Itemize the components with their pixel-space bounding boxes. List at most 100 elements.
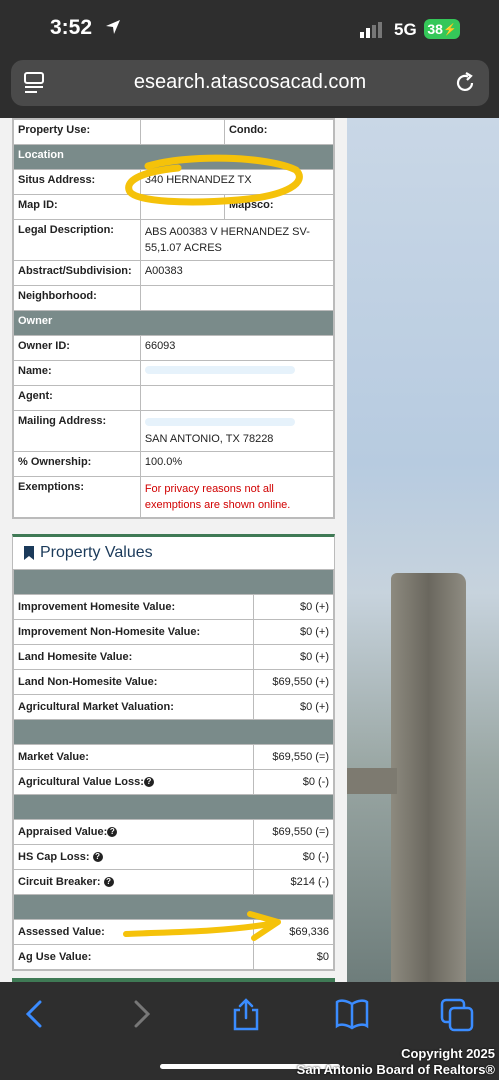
property-values-panel: Property Values Improvement Homesite Val… (12, 534, 335, 971)
bookmark-icon (24, 546, 34, 560)
forward-icon[interactable] (128, 998, 156, 1030)
value-label-text: Appraised Value: (18, 826, 108, 838)
value-label-text: Land Non-Homesite Value: (18, 676, 158, 688)
tabs-icon[interactable] (440, 998, 474, 1032)
copyright-watermark: Copyright 2025 San Antonio Board of Real… (297, 1046, 495, 1078)
table-row: HS Cap Loss: ? $0 (-) (13, 844, 334, 870)
redacted-text (144, 366, 295, 374)
status-bar: 3:52 5G 38 ⚡ (0, 0, 499, 58)
value-label-text: Agricultural Market Valuation: (18, 701, 174, 713)
table-row: Mailing Address: SAN ANTONIO, TX 78228 (13, 410, 335, 452)
table-row: Appraised Value:? $69,550 (=) (13, 819, 334, 845)
bookmarks-icon[interactable] (334, 998, 370, 1030)
row-label: Legal Description: (13, 219, 141, 261)
url-text[interactable]: esearch.atascosacad.com (11, 71, 489, 94)
mailing-city: SAN ANTONIO, TX 78228 (144, 433, 274, 445)
table-row: Legal Description: ABS A00383 V HERNANDE… (13, 219, 335, 261)
help-icon[interactable]: ? (103, 877, 114, 888)
back-icon[interactable] (20, 998, 48, 1030)
cellular-signal-icon (360, 22, 382, 38)
spacer-row (13, 894, 334, 920)
value-amount: $69,550 (+) (253, 669, 334, 695)
exemptions-notice: For privacy reasons not all exemptions a… (139, 476, 335, 518)
help-icon[interactable]: ? (143, 777, 154, 788)
property-values-header: Property Values (13, 537, 334, 569)
table-row: % Ownership: 100.0% (13, 451, 335, 477)
value-label: Improvement Homesite Value: (13, 594, 254, 620)
section-header: Location (13, 144, 334, 170)
fence-rail-image (347, 768, 397, 794)
value-amount: $0 (+) (253, 644, 334, 670)
row-label: Map ID: (13, 194, 141, 220)
spacer-row (13, 794, 334, 820)
row-value: A00383 (139, 260, 335, 286)
table-row: Owner ID: 66093 (13, 335, 335, 361)
value-label: Appraised Value:? (13, 819, 254, 845)
value-label: Agricultural Market Valuation: (13, 694, 254, 720)
value-label: Assessed Value: (13, 919, 254, 945)
help-icon[interactable]: ? (92, 852, 103, 863)
table-row: Land Homesite Value: $0 (+) (13, 644, 334, 670)
table-row: Property Use: Condo: (13, 119, 335, 145)
value-label-text: Market Value: (18, 751, 89, 763)
share-icon[interactable] (230, 998, 262, 1032)
table-row: Name: (13, 360, 335, 386)
owner-name-redacted (139, 360, 335, 386)
clock: 3:52 (50, 16, 93, 39)
value-label: HS Cap Loss: ? (13, 844, 254, 870)
spacer-cell (13, 719, 334, 745)
value-amount: $0 (-) (253, 769, 334, 795)
row-label: Property Use: (13, 119, 141, 145)
row-label: Name: (13, 360, 141, 386)
reload-icon[interactable] (453, 71, 477, 95)
owner-id-value: 66093 (139, 335, 335, 361)
value-amount: $0 (+) (253, 694, 334, 720)
legal-description-value: ABS A00383 V HERNANDEZ SV-55,1.07 ACRES (139, 219, 335, 261)
value-label: Agricultural Value Loss:? (13, 769, 254, 795)
row-label-2: Condo: (223, 119, 335, 145)
table-row: Market Value: $69,550 (=) (13, 744, 334, 770)
value-label: Circuit Breaker: ? (13, 869, 254, 895)
value-label: Land Non-Homesite Value: (13, 669, 254, 695)
spacer-row (13, 569, 334, 595)
row-label: Abstract/Subdivision: (13, 260, 141, 286)
battery-level: 38 (427, 21, 443, 37)
row-label: % Ownership: (13, 451, 141, 477)
table-row: Situs Address: 340 HERNANDEZ TX (13, 169, 335, 195)
value-label-text: Agricultural Value Loss: (18, 776, 144, 788)
help-icon[interactable]: ? (107, 827, 118, 838)
spacer-cell (13, 794, 334, 820)
spacer-cell (13, 569, 334, 595)
value-amount: $0 (+) (253, 619, 334, 645)
table-row: Agent: (13, 385, 335, 411)
table-row: Neighborhood: (13, 285, 335, 311)
row-label: Situs Address: (13, 169, 141, 195)
section-title-owner: Owner (13, 310, 334, 336)
row-label-2: Mapsco: (223, 194, 335, 220)
table-row: Improvement Homesite Value: $0 (+) (13, 594, 334, 620)
row-value (139, 119, 225, 145)
value-amount: $69,550 (=) (253, 819, 334, 845)
value-label-text: Circuit Breaker: (18, 876, 104, 888)
table-row: Abstract/Subdivision: A00383 (13, 260, 335, 286)
value-label-text: Improvement Homesite Value: (18, 601, 176, 613)
value-amount: $214 (-) (253, 869, 334, 895)
property-values-table: Improvement Homesite Value: $0 (+) Improve… (13, 569, 334, 970)
section-header: Owner (13, 310, 334, 336)
value-label-text: Land Homesite Value: (18, 651, 133, 663)
spacer-cell (13, 894, 334, 920)
value-amount: $69,336 (253, 919, 334, 945)
value-label: Improvement Non-Homesite Value: (13, 619, 254, 645)
property-details-table: Property Use: Condo: Location Situs Addr… (13, 119, 335, 518)
section-title: Property Values (40, 544, 153, 561)
location-arrow-icon (106, 20, 120, 34)
table-row: Land Non-Homesite Value: $69,550 (+) (13, 669, 334, 695)
row-value: 100.0% (139, 451, 335, 477)
row-value (139, 385, 335, 411)
row-label: Owner ID: (13, 335, 141, 361)
address-bar[interactable]: esearch.atascosacad.com (11, 60, 489, 106)
value-label: Market Value: (13, 744, 254, 770)
table-row: Assessed Value: $69,336 (13, 919, 334, 945)
browser-address-area: esearch.atascosacad.com (0, 58, 499, 118)
table-row: Map ID: Mapsco: (13, 194, 335, 220)
